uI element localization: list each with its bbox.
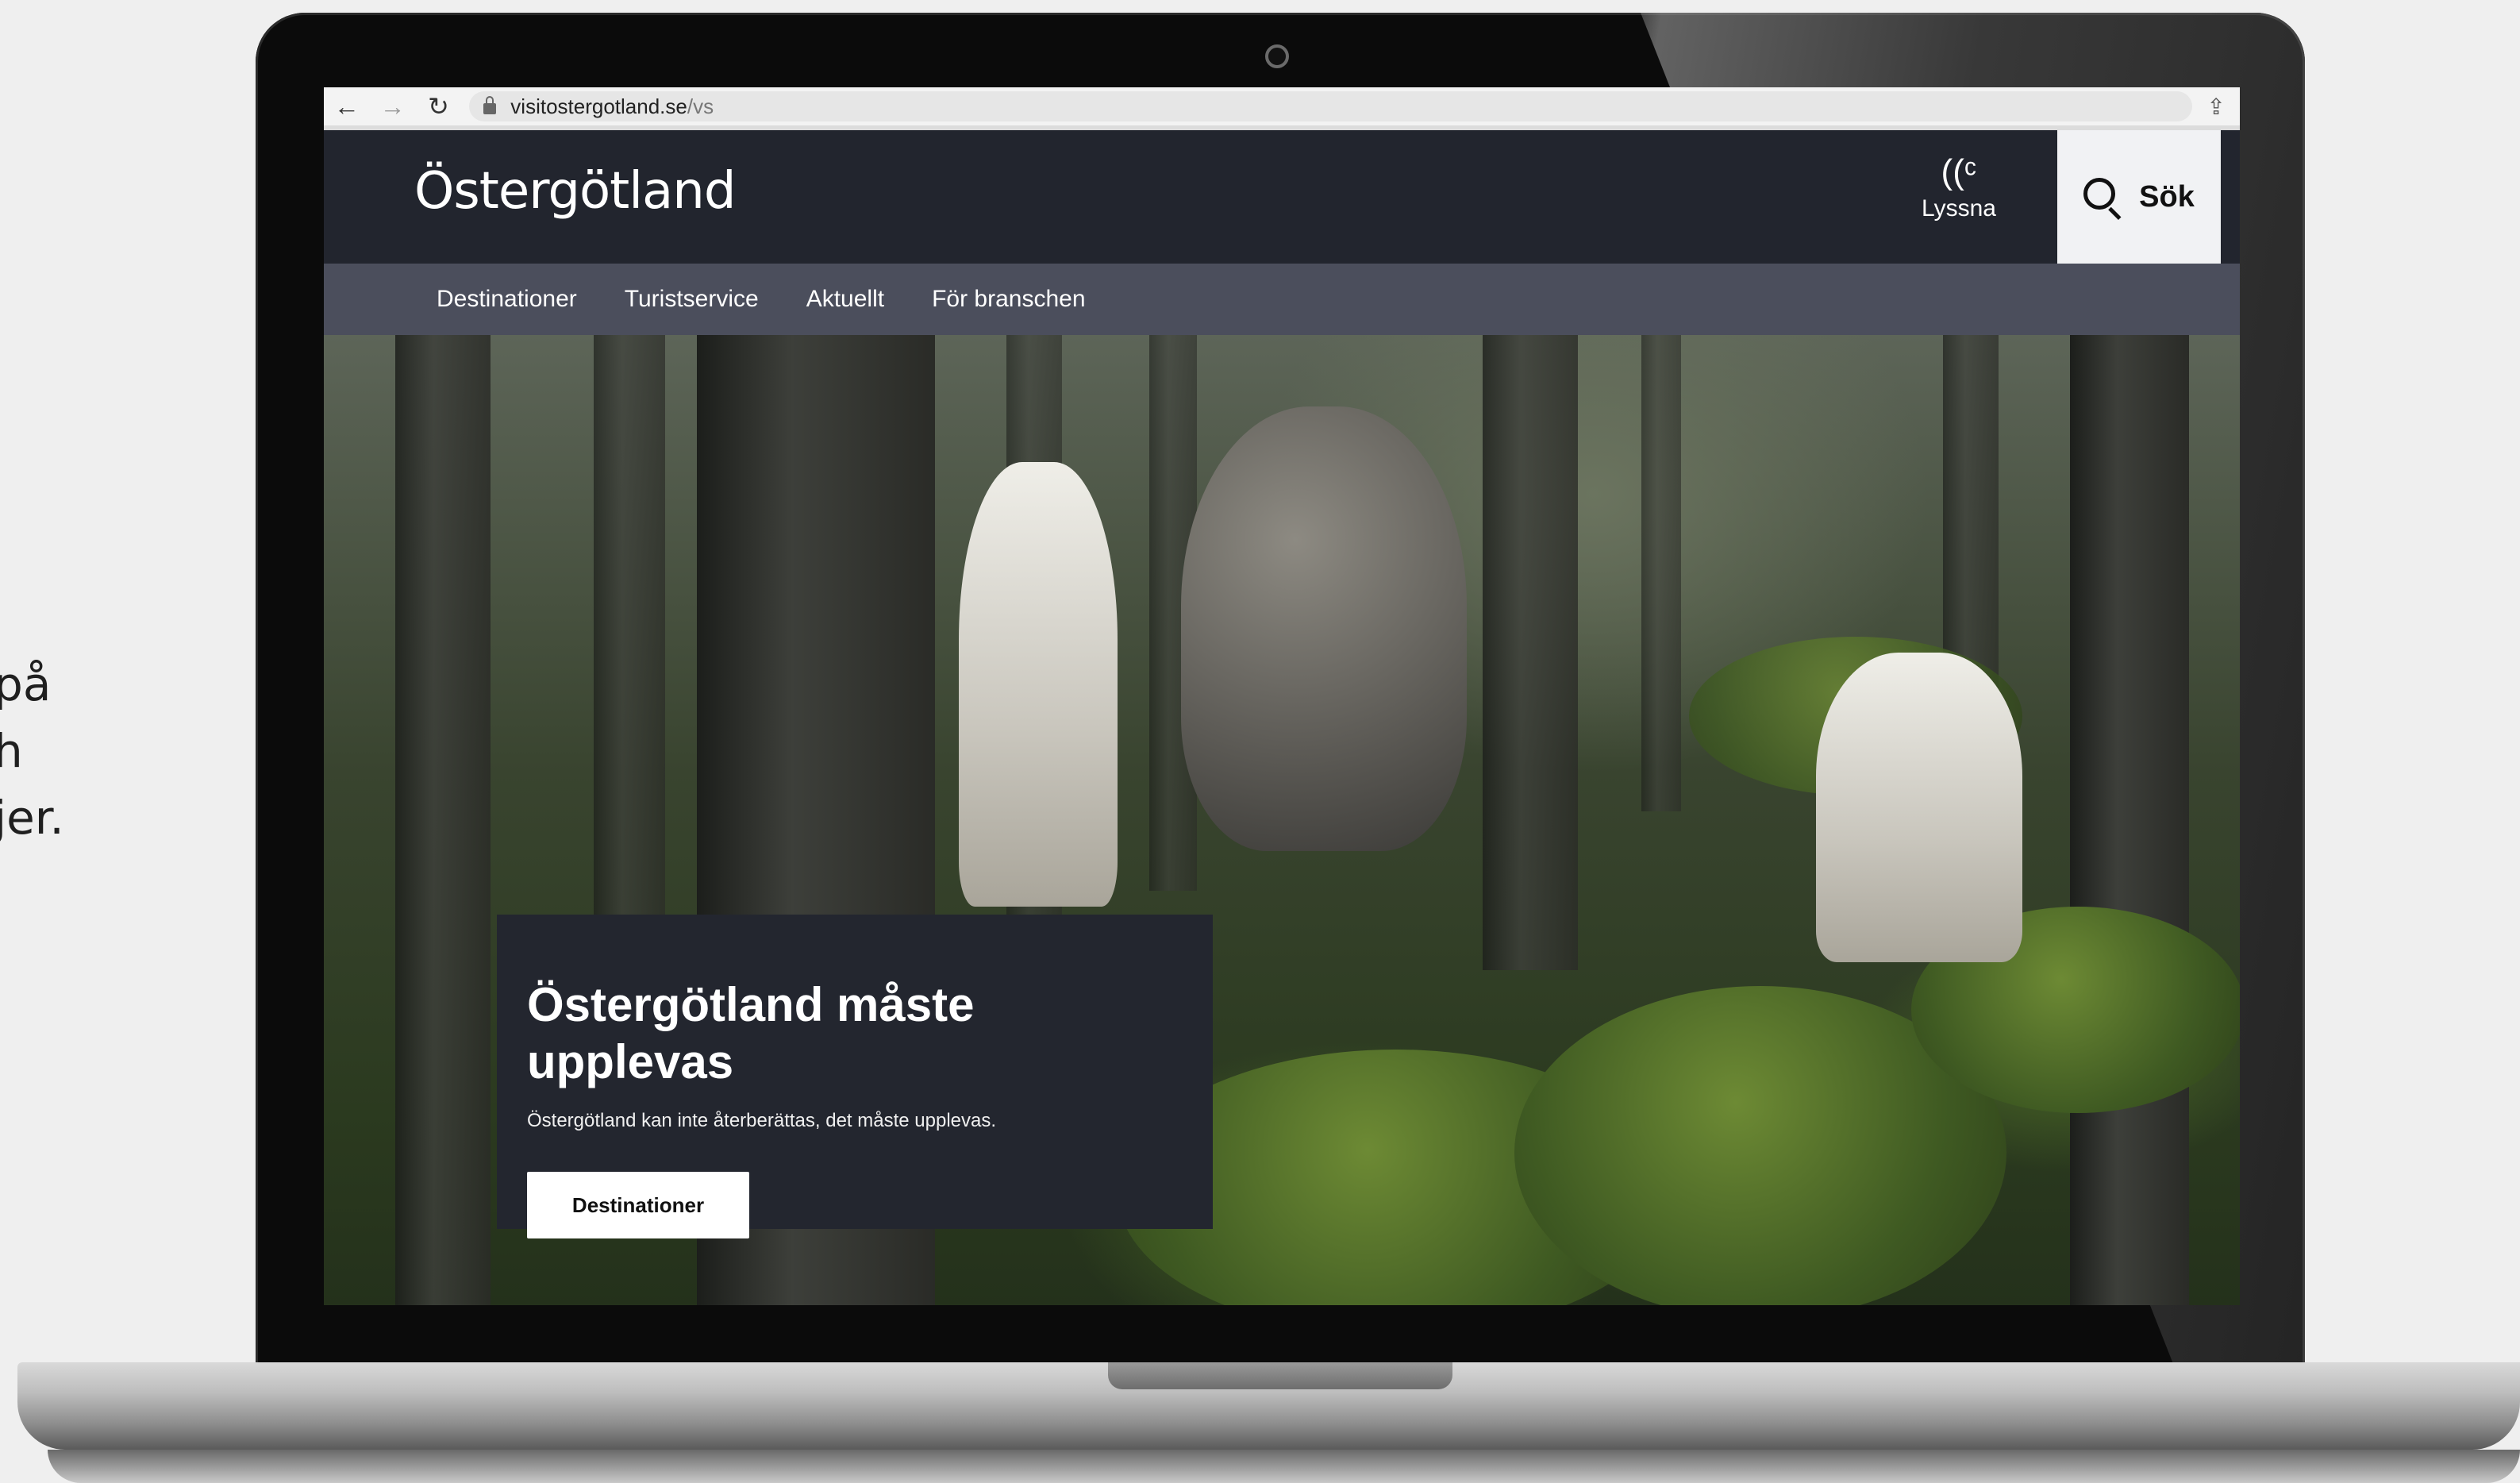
lock-icon [483,96,497,114]
url-path: /vs [687,94,714,118]
listen-button[interactable]: ((ᶜ Lyssna [1895,152,2022,222]
nav-item-for-branschen[interactable]: För branschen [932,286,1085,313]
search-button[interactable]: Sök [2057,130,2221,264]
ear-sound-icon: ((ᶜ [1941,152,1977,191]
laptop-base-shadow [48,1450,2520,1483]
camera-icon [1265,44,1289,68]
destinations-button[interactable]: Destinationer [527,1172,749,1238]
hero-subtitle: Östergötland kan inte återberättas, det … [527,1110,997,1131]
address-bar[interactable]: visitostergotland.se/vs [469,91,2193,121]
search-icon [2083,178,2122,216]
main-nav: Destinationer Turistservice Aktuellt För… [324,264,2240,335]
side-caption-line: h [0,724,23,778]
hero-title: Östergötland måste upplevas [527,978,975,1088]
url-host: visitostergotland.se [510,94,687,118]
side-caption-line: jer. [0,791,64,845]
nav-item-aktuellt[interactable]: Aktuellt [806,286,884,313]
hero-section: Östergötland måste upplevas Östergötland… [324,335,2240,1305]
reload-icon[interactable]: ↻ [416,91,462,121]
browser-toolbar: ← → ↻ visitostergotland.se/vs ⇪ [324,87,2240,130]
site-header: Östergötland ((ᶜ Lyssna Sök [324,130,2240,264]
search-label: Sök [2139,179,2195,214]
page: på h jer. ← → ↻ visitostergotland.se/vs … [0,0,2520,1483]
share-icon[interactable]: ⇪ [2192,94,2240,120]
side-caption: på h jer. [0,651,64,851]
laptop-screen: ← → ↻ visitostergotland.se/vs ⇪ Östergöt… [324,87,2240,1305]
site-logo[interactable]: Östergötland [414,162,736,221]
nav-item-destinationer[interactable]: Destinationer [437,286,577,313]
side-caption-line: på [0,657,52,711]
nav-item-turistservice[interactable]: Turistservice [625,286,759,313]
hero-card: Östergötland måste upplevas Östergötland… [497,915,1213,1238]
listen-label: Lyssna [1922,195,1996,221]
laptop-notch [1108,1362,1452,1389]
back-arrow-icon[interactable]: ← [324,92,370,121]
forward-arrow-icon[interactable]: → [370,92,416,121]
